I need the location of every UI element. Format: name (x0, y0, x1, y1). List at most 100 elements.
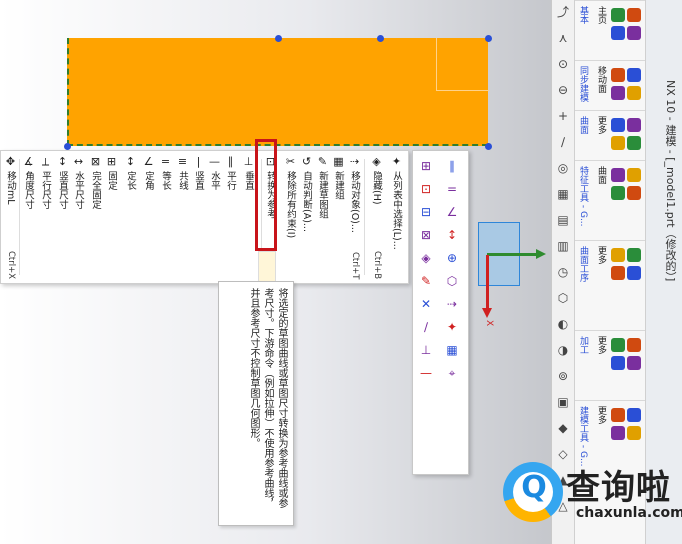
menu-item[interactable]: ∥ 平行 (223, 155, 238, 279)
constraint-tool-icon[interactable]: ⊟ (417, 203, 435, 221)
toolbar-icon[interactable]: + (555, 108, 571, 124)
toolbar-icon[interactable]: ⊙ (555, 56, 571, 72)
constraint-tool-icon[interactable]: ∠ (443, 203, 461, 221)
sketch-rectangle[interactable] (67, 38, 488, 146)
sketch-node[interactable] (485, 143, 492, 150)
menu-item[interactable]: ∡ 角度尺寸 (21, 155, 36, 279)
constraint-tool-icon[interactable]: ✎ (417, 272, 435, 290)
menu-item[interactable]: ↔ 水平尺寸 (71, 155, 86, 279)
menu-item[interactable]: ≡ 共线 (175, 155, 190, 279)
menu-item[interactable]: ⊥ 垂直 (241, 155, 256, 279)
toolbar-icon[interactable]: ⬡ (555, 290, 571, 306)
toolbar-icon[interactable]: ▤ (555, 212, 571, 228)
menu-item[interactable]: ↕ 竖直尺寸 (55, 155, 70, 279)
ribbon-sub-label[interactable]: 更多 (595, 406, 608, 424)
ribbon-tool-icon[interactable] (611, 338, 625, 352)
ribbon-sub-label[interactable]: 主页 (595, 6, 608, 24)
toolbar-icon[interactable]: ◐ (555, 316, 571, 332)
ribbon-tool-icon[interactable] (627, 8, 641, 22)
toolbar-icon[interactable]: ⤴ (555, 4, 571, 20)
ribbon-tool-icon[interactable] (627, 118, 641, 132)
menu-item[interactable]: ⇢ 移动对象(O)... Ctrl+T (347, 155, 362, 279)
menu-item[interactable]: = 等长 (158, 155, 173, 279)
ribbon-tool-icon[interactable] (627, 248, 641, 262)
toolbar-icon[interactable]: ◑ (555, 342, 571, 358)
constraint-tool-icon[interactable]: = (443, 180, 461, 198)
constraint-tool-icon[interactable]: ⌖ (443, 364, 461, 382)
toolbar-icon[interactable]: ▦ (555, 186, 571, 202)
toolbar-icon[interactable]: ◎ (555, 160, 571, 176)
ribbon-sub-label[interactable]: 更多 (595, 336, 608, 354)
ribbon-tool-icon[interactable] (611, 8, 625, 22)
toolbar-icon[interactable]: ⋏ (555, 30, 571, 46)
ribbon-group-label[interactable]: 同步建模 (577, 66, 590, 102)
menu-item[interactable]: ◈ 隐藏(H) Ctrl+B (369, 155, 384, 279)
menu-item[interactable]: ✂ 移除所有约束(I) (283, 155, 298, 279)
menu-item[interactable]: | 竖直 (191, 155, 206, 279)
sketch-node[interactable] (377, 35, 384, 42)
ribbon-tool-icon[interactable] (611, 426, 625, 440)
sketch-node[interactable] (64, 143, 71, 150)
toolbar-icon[interactable]: ◷ (555, 264, 571, 280)
menu-item[interactable]: ∠ 定角 (141, 155, 156, 279)
toolbar-icon[interactable]: ∕ (555, 134, 571, 150)
ribbon-tool-icon[interactable] (611, 408, 625, 422)
menu-item[interactable]: ↕ 定长 (123, 155, 138, 279)
ribbon-tool-icon[interactable] (611, 136, 625, 150)
menu-item[interactable]: ⊞ 固定 (104, 155, 119, 279)
constraint-tool-icon[interactable]: ◈ (417, 249, 435, 267)
menu-item[interactable]: — 水平 (207, 155, 222, 279)
constraint-tool-icon[interactable]: ✦ (443, 318, 461, 336)
ribbon-tool-icon[interactable] (627, 266, 641, 280)
toolbar-icon[interactable]: ◆ (555, 420, 571, 436)
ribbon-sub-label[interactable]: 曲面 (595, 166, 608, 184)
ribbon-tool-icon[interactable] (627, 68, 641, 82)
ribbon-sub-label[interactable]: 更多 (595, 246, 608, 264)
menu-item[interactable]: ✎ 新建草图组 (315, 155, 330, 279)
ribbon-tool-icon[interactable] (611, 68, 625, 82)
constraint-tool-icon[interactable]: ↕ (443, 226, 461, 244)
constraint-tool-icon[interactable]: ▦ (443, 341, 461, 359)
ribbon-tool-icon[interactable] (627, 26, 641, 40)
ribbon-group-label[interactable]: 曲面 (577, 116, 590, 134)
ribbon-tool-icon[interactable] (611, 26, 625, 40)
constraint-tool-icon[interactable]: ⬡ (443, 272, 461, 290)
ribbon-tool-icon[interactable] (627, 408, 641, 422)
toolbar-icon[interactable]: ⊚ (555, 368, 571, 384)
menu-item[interactable]: ⊠ 完全固定 (88, 155, 103, 279)
ribbon-tool-icon[interactable] (611, 186, 625, 200)
menu-item[interactable]: ✦ 从列表中选择(L)... (389, 155, 404, 279)
constraint-tool-icon[interactable]: ⊕ (443, 249, 461, 267)
ribbon-group-label[interactable]: 曲面工序 (577, 246, 590, 282)
constraint-tool-icon[interactable]: ⊠ (417, 226, 435, 244)
ribbon-tool-icon[interactable] (627, 136, 641, 150)
ribbon-tool-icon[interactable] (611, 266, 625, 280)
sketch-node[interactable] (275, 35, 282, 42)
ribbon-sub-label[interactable]: 更多 (595, 116, 608, 134)
constraint-tool-icon[interactable]: ⊥ (417, 341, 435, 359)
toolbar-icon[interactable]: ▣ (555, 394, 571, 410)
menu-item[interactable]: ▦ 新建组 (331, 155, 346, 279)
ribbon-tool-icon[interactable] (627, 356, 641, 370)
menu-item[interactable]: ↺ 自动判断(A)... (299, 155, 314, 279)
menu-item[interactable]: ✥ 移动mL Ctrl+X (3, 155, 18, 279)
ribbon-tool-icon[interactable] (611, 248, 625, 262)
ribbon-group-label[interactable]: 加工 (577, 336, 590, 354)
ribbon-tool-icon[interactable] (627, 168, 641, 182)
toolbar-icon[interactable]: ⊖ (555, 82, 571, 98)
ribbon-tool-icon[interactable] (611, 168, 625, 182)
sketch-node[interactable] (485, 35, 492, 42)
constraint-tool-icon[interactable]: ∥ (443, 157, 461, 175)
ribbon-tool-icon[interactable] (627, 86, 641, 100)
ribbon-tool-icon[interactable] (611, 118, 625, 132)
toolbar-icon[interactable]: ▥ (555, 238, 571, 254)
ribbon-group-label[interactable]: 建模工具 - G... (577, 406, 590, 467)
ribbon-tool-icon[interactable] (611, 356, 625, 370)
constraint-tool-icon[interactable]: ⇢ (443, 295, 461, 313)
ribbon-tool-icon[interactable] (627, 186, 641, 200)
ribbon-group-label[interactable]: 基本 (577, 6, 590, 24)
constraint-tool-icon[interactable]: ⊡ (417, 180, 435, 198)
ribbon-group-label[interactable]: 特征工具 - G... (577, 166, 590, 227)
menu-item[interactable]: ⟂ 平行尺寸 (38, 155, 53, 279)
constraint-tool-icon[interactable]: — (417, 364, 435, 382)
